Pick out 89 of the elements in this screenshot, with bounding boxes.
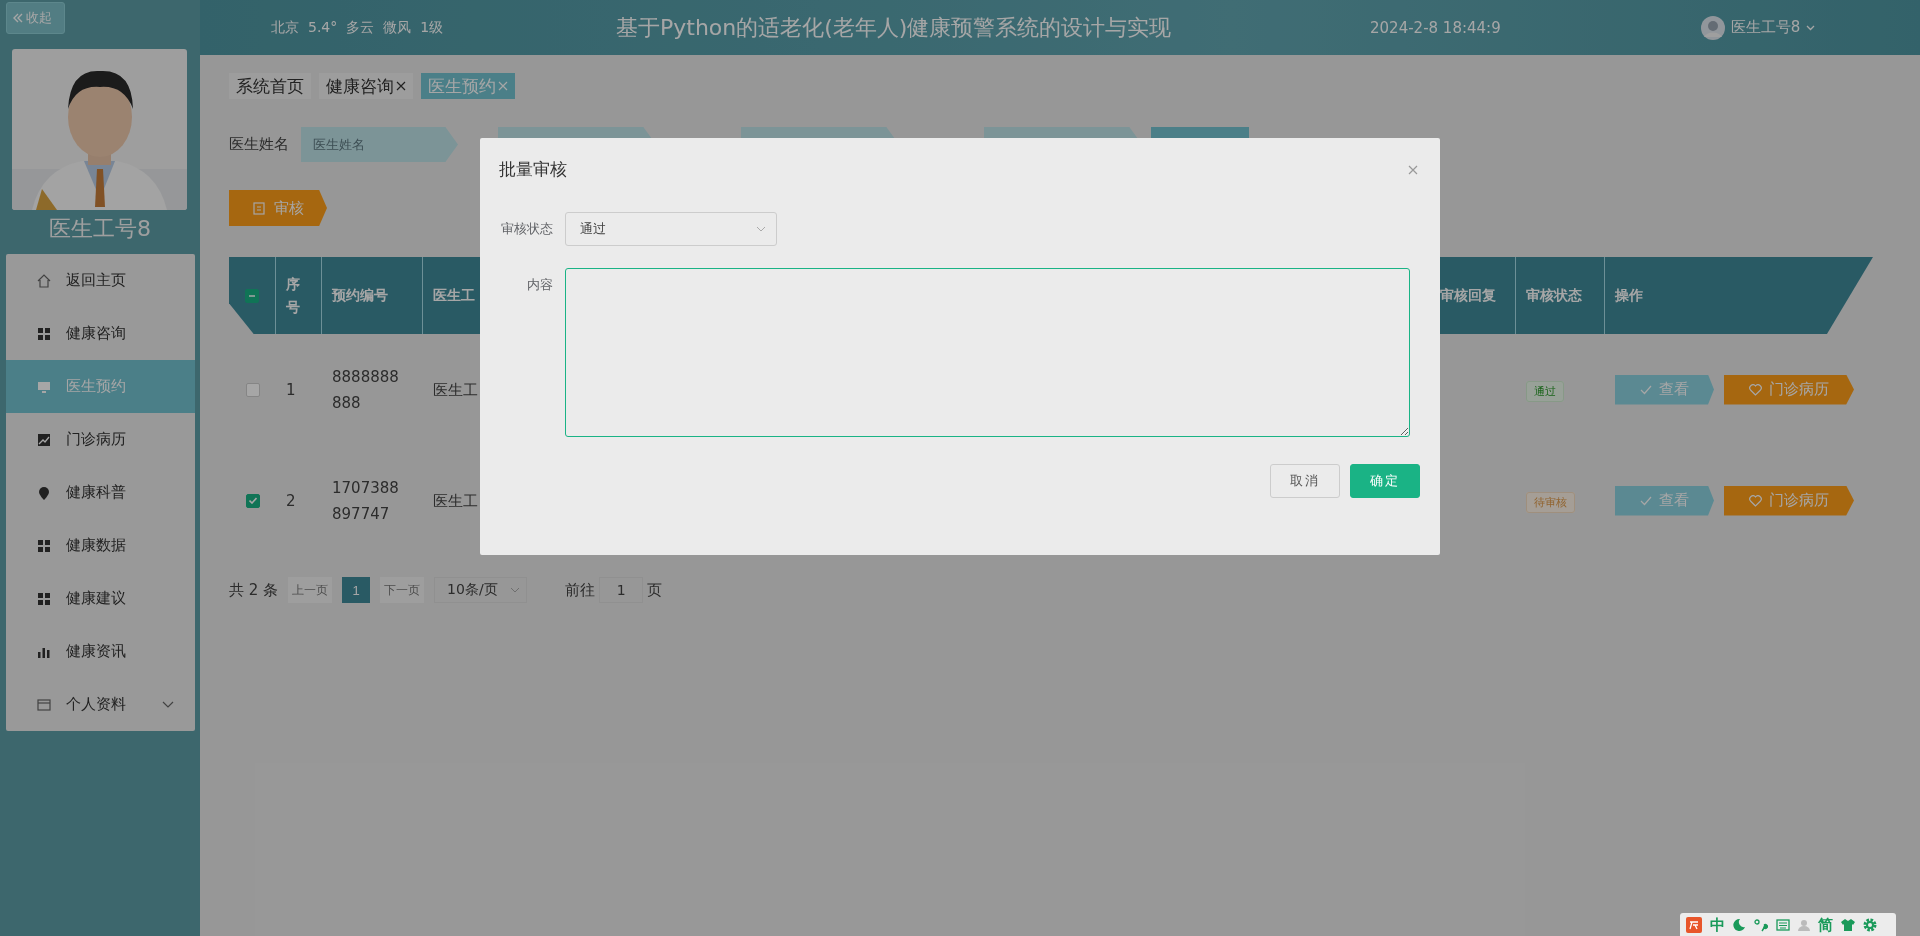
column-header: 审核状态 — [1526, 286, 1582, 305]
content-field[interactable] — [565, 268, 1410, 437]
weather-text: 北京 — [271, 18, 299, 37]
column-header: 操作 — [1615, 286, 1643, 305]
menu-item[interactable]: 个人资料 — [6, 678, 195, 731]
grid-icon — [36, 590, 52, 607]
dialog-title: 批量审核 — [499, 158, 567, 181]
user-name: 医生工号8 — [49, 216, 151, 242]
shirt-icon — [1841, 918, 1855, 931]
column-header: 审核回复 — [1440, 286, 1496, 305]
next-page-button[interactable]: 下一页 — [380, 577, 425, 603]
table-cell: 1 — [286, 380, 296, 399]
table-cell: 医生工 — [433, 491, 478, 510]
tab[interactable]: 系统首页 — [229, 73, 311, 99]
page-unit-label: 页 — [647, 580, 663, 600]
search-field[interactable]: 医生姓名 — [301, 127, 458, 162]
close-icon — [1408, 164, 1418, 175]
page-size-select[interactable]: 10条/页 — [434, 577, 528, 603]
column-header: 医生工 — [433, 286, 475, 305]
table-cell-text: 1707388897747 — [332, 477, 400, 525]
field-label: 审核状态 — [500, 220, 554, 238]
field-label: 医生姓名 — [229, 135, 289, 154]
pin-icon — [36, 484, 52, 501]
goto-label: 前往 — [565, 580, 596, 600]
confirm-button[interactable]: 确定 — [1350, 464, 1420, 498]
heart-icon — [1749, 383, 1762, 396]
user-icon — [1798, 918, 1810, 931]
weather-text: 微风 — [383, 18, 412, 37]
weather-text: 1级 — [420, 18, 444, 37]
table-cell: 2 — [286, 491, 296, 510]
prev-page-button[interactable]: 上一页 — [288, 577, 333, 603]
tab[interactable]: 健康咨询 — [319, 73, 413, 99]
double-chevron-icon — [13, 13, 23, 23]
checkbox[interactable] — [245, 288, 259, 303]
menu-item[interactable]: 健康咨询 — [6, 307, 195, 360]
heart-icon — [1749, 494, 1762, 507]
tab[interactable]: 医生预约 — [421, 73, 515, 99]
medical-record-button[interactable]: 门诊病历 — [1724, 485, 1854, 516]
user-menu[interactable]: 医生工号8 — [1730, 18, 1801, 37]
page-input[interactable]: 1 — [599, 577, 644, 603]
avatar-icon — [1700, 15, 1725, 40]
minus-icon — [249, 294, 255, 297]
punctuation-icon — [1754, 917, 1768, 932]
cancel-button[interactable]: 取消 — [1270, 464, 1340, 498]
check-icon — [1640, 495, 1652, 506]
document-icon — [253, 201, 265, 215]
menu-item[interactable]: 健康资讯 — [6, 625, 195, 678]
page-title: 基于Python的适老化(老年人)健康预警系统的设计与实现 — [616, 13, 1173, 42]
status-tag: 通过 — [1526, 381, 1564, 402]
field-label: 内容 — [526, 276, 554, 294]
chevron-down-icon — [162, 700, 174, 709]
chevron-down-icon — [756, 226, 766, 232]
review-button[interactable]: 审核 — [229, 190, 327, 226]
chevron-down-icon — [510, 587, 521, 593]
moon-icon — [1733, 918, 1746, 931]
status-tag: 待审核 — [1526, 492, 1575, 513]
menu-item[interactable]: 健康科普 — [6, 466, 195, 519]
menu-item[interactable]: 返回主页 — [6, 254, 195, 307]
script-mode-button[interactable]: 简 — [1818, 915, 1833, 934]
logo-icon — [1686, 916, 1702, 933]
check-icon — [1640, 384, 1652, 395]
column-header: 预约编号 — [332, 286, 388, 305]
table-cell: 医生工 — [433, 380, 478, 399]
check-icon — [248, 497, 257, 504]
page-number[interactable]: 1 — [342, 577, 371, 603]
weather-text: 多云 — [346, 18, 375, 37]
gear-icon — [1863, 917, 1877, 932]
grid-icon — [36, 325, 52, 342]
status-select[interactable]: 通过 — [565, 212, 777, 246]
chart-icon — [36, 431, 52, 448]
menu-item[interactable]: 医生预约 — [6, 360, 195, 413]
column-header: 序号 — [286, 275, 300, 317]
grid-icon — [36, 537, 52, 554]
input-mode-button[interactable]: 中 — [1710, 915, 1725, 934]
table-cell-text: 8888888888 — [332, 366, 400, 414]
card-icon — [36, 696, 52, 713]
date-time: 2024-2-8 18:44:9 — [1370, 18, 1501, 37]
home-icon — [36, 272, 52, 289]
total-count: 共 2 条 — [229, 580, 279, 600]
checkbox[interactable] — [245, 382, 260, 397]
menu-item[interactable]: 健康建议 — [6, 572, 195, 625]
medical-record-button[interactable]: 门诊病历 — [1724, 374, 1854, 405]
collapse-button[interactable]: 收起 — [6, 2, 65, 34]
keyboard-icon — [1776, 918, 1790, 931]
checkbox[interactable] — [245, 493, 260, 508]
weather-text: 5.4° — [308, 18, 338, 37]
menu-item[interactable]: 门诊病历 — [6, 413, 195, 466]
caret-down-icon — [1806, 24, 1816, 31]
menu-item[interactable]: 健康数据 — [6, 519, 195, 572]
